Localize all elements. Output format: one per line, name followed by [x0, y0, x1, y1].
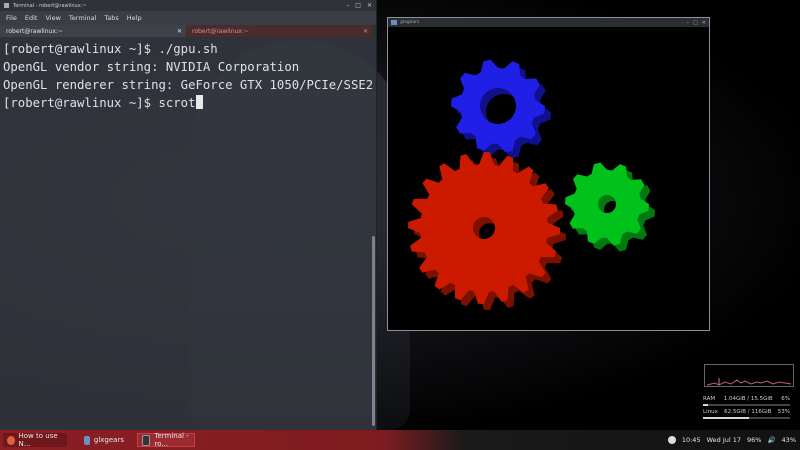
system-stats: RAM 1.04GiB / 15.5GiB 6% Linux 62.5GiB /… — [703, 396, 790, 422]
volume-level[interactable]: 43% — [782, 436, 796, 444]
menu-tabs[interactable]: Tabs — [100, 14, 122, 22]
terminal-app-icon — [4, 3, 9, 8]
menu-view[interactable]: View — [41, 14, 64, 22]
ram-bar-fill — [703, 404, 709, 406]
system-tray: 10:45 Wed Jul 17 96% 🔊 43% — [667, 433, 796, 447]
terminal-output[interactable]: [robert@rawlinux ~]$ ./gpu.sh OpenGL ven… — [3, 40, 374, 112]
disk-bar — [703, 417, 790, 419]
menu-edit[interactable]: Edit — [21, 14, 42, 22]
glxgears-window-title: glxgears — [400, 20, 420, 25]
terminal-window[interactable]: Terminal - robert@rawlinux:~ – □ ✕ File … — [0, 0, 377, 430]
close-icon[interactable]: ✕ — [702, 20, 706, 26]
terminal-scrollbar[interactable] — [372, 236, 375, 426]
terminal-icon — [142, 434, 151, 446]
date[interactable]: Wed Jul 17 — [707, 436, 741, 444]
task-browser[interactable]: How to use N... — [3, 432, 67, 448]
terminal-line: [robert@rawlinux ~]$ ./gpu.sh — [3, 42, 218, 56]
minimize-icon[interactable]: – — [346, 2, 349, 9]
window-icon — [391, 20, 397, 25]
stat-value: 62.5GiB / 116GiB — [724, 409, 772, 415]
stat-row-ram: RAM 1.04GiB / 15.5GiB 6% — [703, 396, 790, 403]
stat-label: Linux — [703, 409, 718, 415]
tab-2[interactable]: robert@rawlinux:~ ✕ — [186, 25, 372, 37]
text-cursor — [195, 95, 203, 109]
terminal-line: [robert@rawlinux ~]$ scrot — [3, 96, 196, 110]
cpu-graph — [704, 364, 794, 387]
blue-gear — [451, 59, 545, 153]
terminal-tab-bar: robert@rawlinux:~ ✕ robert@rawlinux:~ ✕ — [0, 25, 376, 37]
task-label: How to use N... — [18, 432, 58, 448]
terminal-menubar: File Edit View Terminal Tabs Help — [0, 11, 376, 25]
task-label: glxgears — [93, 436, 124, 444]
volume-icon[interactable]: 🔊 — [767, 436, 775, 444]
terminal-line: OpenGL renderer string: GeForce GTX 1050… — [3, 78, 374, 92]
tab-label: robert@rawlinux:~ — [192, 27, 249, 35]
menu-terminal[interactable]: Terminal — [65, 14, 100, 22]
task-label: Terminal - ro... — [154, 432, 189, 448]
browser-icon — [7, 435, 15, 445]
window-icon — [84, 435, 90, 445]
battery-level[interactable]: 96% — [747, 436, 761, 444]
tab-label: robert@rawlinux:~ — [6, 27, 63, 35]
stat-percent: 6% — [781, 396, 790, 402]
stat-percent: 53% — [777, 409, 790, 415]
close-tab-icon[interactable]: ✕ — [363, 28, 368, 35]
glxgears-titlebar[interactable]: glxgears – □ ✕ — [388, 18, 709, 27]
disk-bar-fill — [703, 417, 750, 419]
maximize-icon[interactable]: □ — [693, 20, 698, 26]
terminal-window-title: Terminal - robert@rawlinux:~ — [13, 2, 87, 9]
terminal-titlebar[interactable]: Terminal - robert@rawlinux:~ – □ ✕ — [0, 0, 376, 11]
glxgears-window[interactable]: glxgears – □ ✕ — [387, 17, 710, 331]
stat-value: 1.04GiB / 15.5GiB — [723, 396, 773, 402]
close-tab-icon[interactable]: ✕ — [177, 28, 182, 35]
stat-row-disk: Linux 62.5GiB / 116GiB 53% — [703, 409, 790, 416]
menu-file[interactable]: File — [2, 14, 21, 22]
clock[interactable]: 10:45 — [682, 436, 701, 444]
taskbar: How to use N... glxgears Terminal - ro..… — [0, 430, 800, 450]
maximize-icon[interactable]: □ — [355, 2, 361, 9]
green-gear — [565, 162, 649, 246]
gears-render — [408, 59, 655, 310]
minimize-icon[interactable]: – — [687, 20, 690, 26]
terminal-prompt-line: [robert@rawlinux ~]$ scrot — [3, 94, 363, 112]
stat-label: RAM — [703, 396, 716, 402]
update-icon[interactable] — [667, 436, 676, 444]
task-glxgears[interactable]: glxgears — [80, 433, 128, 447]
menu-help[interactable]: Help — [123, 14, 146, 22]
close-icon[interactable]: ✕ — [367, 2, 372, 9]
ram-bar — [703, 404, 790, 406]
terminal-line: OpenGL vendor string: NVIDIA Corporation — [3, 60, 300, 74]
task-terminal[interactable]: Terminal - ro... — [137, 432, 195, 448]
tab-1[interactable]: robert@rawlinux:~ ✕ — [0, 25, 186, 37]
